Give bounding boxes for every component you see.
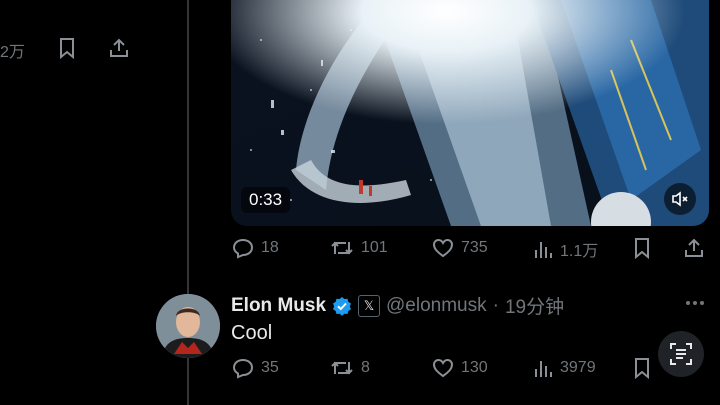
share-icon (110, 38, 128, 57)
video-duration: 0:33 (241, 187, 291, 213)
reply-text: Cool (231, 322, 273, 344)
avatar[interactable] (156, 294, 220, 358)
like-icon (432, 238, 454, 258)
separator-dot: · (492, 294, 499, 316)
views-count-top[interactable]: 2万 (0, 38, 25, 62)
repost-icon (331, 241, 353, 255)
verified-badge-icon (333, 296, 352, 316)
bookmark-icon (635, 358, 649, 380)
x-affiliation-icon: 𝕏 (358, 294, 381, 317)
bookmark-button-top[interactable] (57, 37, 77, 64)
post-time[interactable]: 19分钟 (505, 292, 564, 319)
like-count: 735 (461, 239, 488, 256)
more-options-button[interactable] (684, 292, 706, 319)
reply-icon (232, 358, 254, 379)
bookmark-icon (60, 38, 74, 60)
more-icon (686, 301, 704, 305)
views-count-label: 2万 (0, 44, 25, 61)
video-player[interactable] (231, 0, 709, 226)
video-frame (231, 0, 709, 226)
reply-header: Elon Musk 𝕏 @elonmusk · 19分钟 (231, 292, 564, 319)
share-button-top[interactable] (108, 37, 130, 64)
like-button-2[interactable]: 130 (432, 357, 488, 379)
views-icon (535, 242, 552, 258)
repost-count: 8 (361, 359, 370, 376)
views-button-2[interactable]: 3979 (533, 357, 596, 379)
text-scan-button[interactable] (658, 331, 704, 377)
like-button[interactable]: 735 (432, 237, 488, 259)
bookmark-button[interactable] (632, 237, 652, 264)
share-button[interactable] (683, 237, 705, 264)
reply-count: 18 (261, 239, 279, 256)
like-icon (432, 358, 454, 378)
views-count: 1.1万 (560, 243, 599, 260)
bookmark-icon (635, 238, 649, 260)
repost-button-2[interactable]: 8 (330, 357, 370, 379)
author-handle[interactable]: @elonmusk (386, 295, 487, 317)
author-name[interactable]: Elon Musk (231, 295, 326, 317)
reply-count: 35 (261, 359, 279, 376)
avatar-image (156, 294, 220, 358)
repost-button[interactable]: 101 (330, 237, 388, 259)
repost-icon (331, 361, 353, 375)
repost-count: 101 (361, 239, 388, 256)
views-icon (535, 361, 552, 377)
reply-button[interactable]: 18 (232, 237, 279, 259)
views-count: 3979 (560, 359, 596, 376)
reply-button-2[interactable]: 35 (232, 357, 279, 379)
mute-button[interactable] (664, 183, 696, 215)
views-button[interactable]: 1.1万 (533, 237, 598, 261)
mute-icon (672, 191, 688, 207)
share-icon (685, 238, 703, 257)
bookmark-button-2[interactable] (632, 357, 652, 384)
text-scan-icon (670, 343, 692, 365)
like-count: 130 (461, 359, 488, 376)
reply-icon (232, 238, 254, 259)
